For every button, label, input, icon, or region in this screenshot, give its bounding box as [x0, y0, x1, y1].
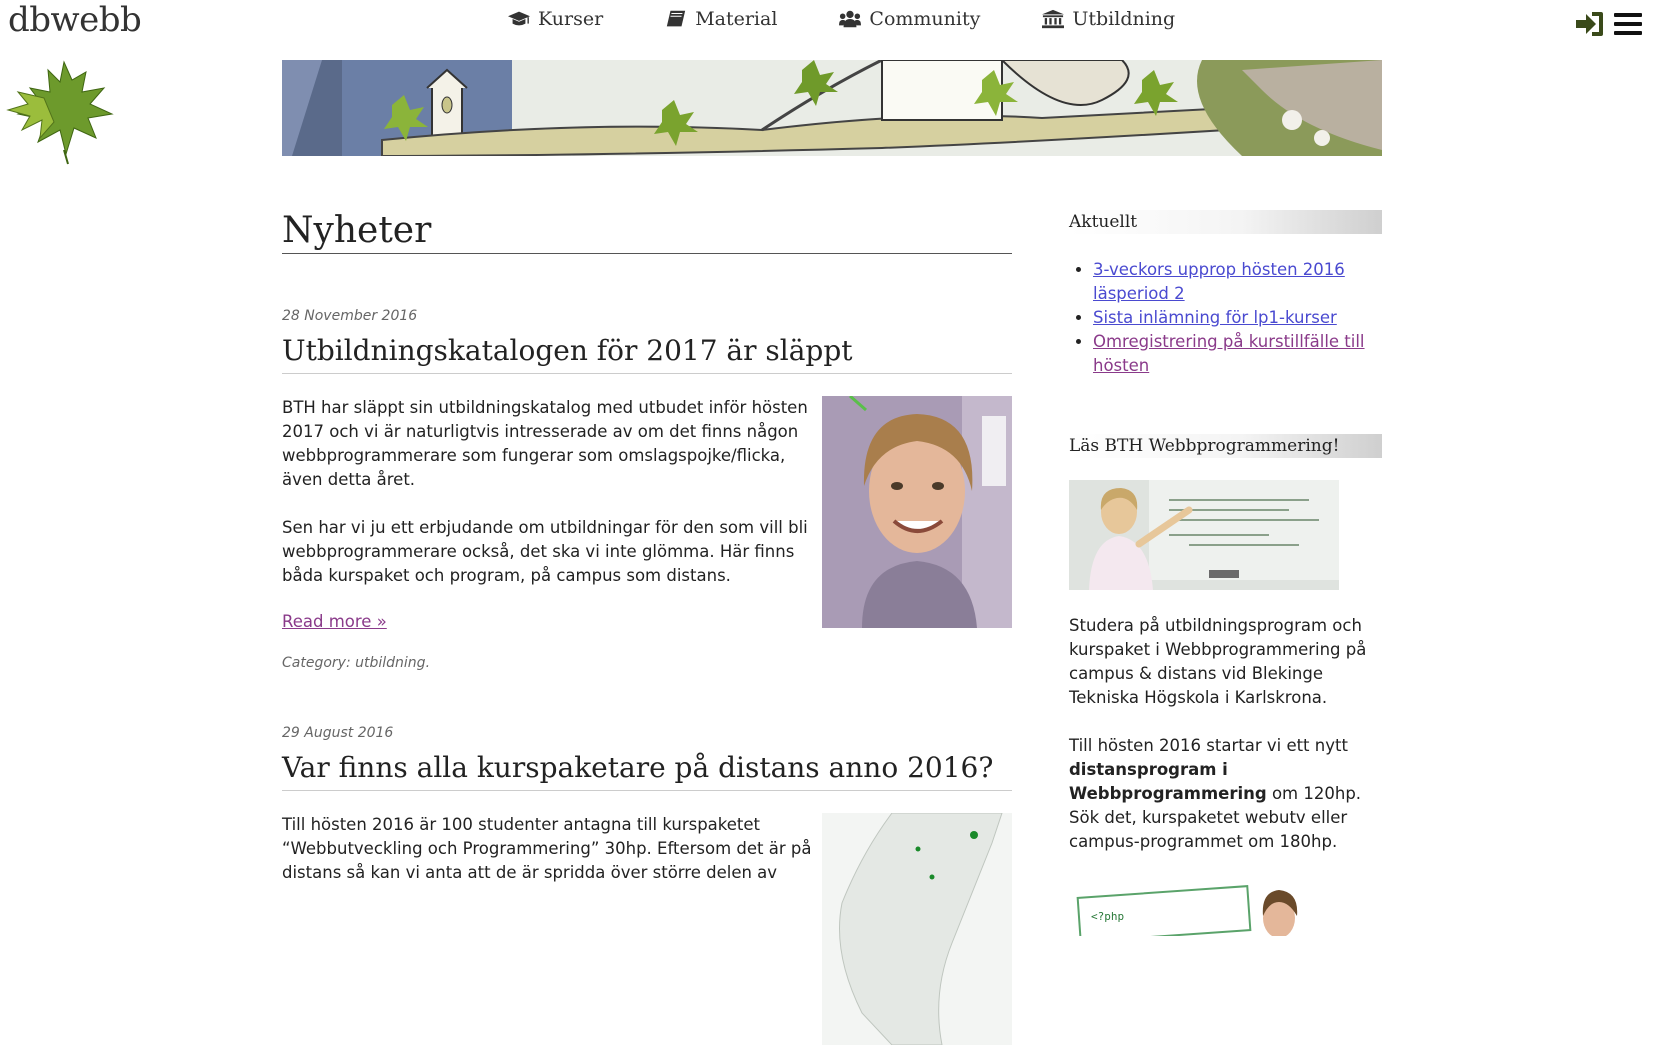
programming-card-image: <?php	[1076, 885, 1298, 936]
maple-leaf-logo	[6, 60, 114, 165]
post-title: Utbildningskatalogen för 2017 är släppt	[282, 334, 1012, 374]
las-paragraph-2: Till hösten 2016 startar vi ett nytt dis…	[1069, 734, 1382, 854]
read-more-link[interactable]: Read more »	[282, 612, 387, 631]
las-section: Läs BTH Webbprogrammering! Studera på ut…	[1069, 434, 1382, 936]
hamburger-menu-icon[interactable]	[1614, 12, 1642, 36]
news-main-column: Nyheter 28 November 2016 Utbildningskata…	[282, 210, 1012, 1045]
site-logo-title[interactable]: dbwebb	[8, 0, 142, 40]
graduation-cap-icon	[508, 11, 530, 26]
post-date: 28 November 2016	[282, 308, 418, 324]
nav-community[interactable]: Community	[839, 8, 980, 30]
las-heading: Läs BTH Webbprogrammering!	[1069, 434, 1382, 458]
teacher-presentation-image[interactable]	[1069, 480, 1339, 590]
nav-utbildning-label: Utbildning	[1072, 8, 1176, 30]
nav-kurser-label: Kurser	[538, 8, 604, 30]
nav-community-label: Community	[869, 8, 981, 30]
post-image-student-portrait	[822, 396, 1012, 628]
post-image-sweden-map	[822, 813, 1012, 1045]
book-icon	[667, 10, 686, 27]
aktuellt-heading: Aktuellt	[1069, 210, 1382, 234]
users-icon	[839, 10, 862, 28]
nav-material-label: Material	[695, 8, 778, 30]
post-category-label: Category:	[282, 655, 351, 671]
post-title: Var finns alla kurspaketare på distans a…	[282, 751, 1012, 791]
nav-utbildning[interactable]: Utbildning	[1042, 8, 1175, 30]
post-paragraph: Sen har vi ju ett erbjudande om utbildni…	[282, 518, 808, 585]
las-p2-start: Till hösten 2016 startar vi ett nytt	[1069, 736, 1348, 755]
post-paragraph: Till hösten 2016 är 100 studenter antagn…	[282, 815, 812, 882]
aktuellt-link[interactable]: 3-veckors upprop hösten 2016 läsperiod 2	[1093, 260, 1345, 303]
page-title: Nyheter	[282, 210, 1012, 254]
post-category: Category: utbildning.	[282, 655, 1012, 671]
post-paragraph: BTH har släppt sin utbildningskatalog me…	[282, 398, 808, 489]
sign-in-icon[interactable]	[1574, 10, 1604, 38]
aktuellt-item: Omregistrering på kurstillfälle till hös…	[1093, 330, 1382, 378]
news-post: 28 November 2016 Utbildningskatalogen fö…	[282, 308, 1012, 671]
las-p2-bold: distansprogram i Webbprogrammering	[1069, 760, 1267, 803]
aktuellt-section: Aktuellt 3-veckors upprop hösten 2016 lä…	[1069, 210, 1382, 378]
post-date: 29 August 2016	[282, 725, 394, 741]
header-banner-illustration	[282, 60, 1382, 156]
post-body: Till hösten 2016 är 100 studenter antagn…	[282, 813, 1012, 1045]
aktuellt-item: Sista inlämning för lp1-kurser	[1093, 306, 1382, 330]
main-navigation: Kurser Material Community Utbildning	[508, 8, 1237, 30]
aktuellt-list: 3-veckors upprop hösten 2016 läsperiod 2…	[1069, 258, 1382, 378]
aktuellt-link[interactable]: Sista inlämning för lp1-kurser	[1093, 308, 1337, 327]
banner-artwork	[282, 60, 1382, 156]
news-post: 29 August 2016 Var finns alla kurspaketa…	[282, 725, 1012, 1045]
aktuellt-item: 3-veckors upprop hösten 2016 läsperiod 2	[1093, 258, 1382, 306]
institution-icon	[1042, 9, 1065, 29]
card-code-text: <?php	[1091, 910, 1124, 923]
nav-kurser[interactable]: Kurser	[508, 8, 603, 30]
post-body: BTH har släppt sin utbildningskatalog me…	[282, 396, 1012, 671]
post-category-value[interactable]: utbildning.	[355, 655, 430, 671]
sidebar: Aktuellt 3-veckors upprop hösten 2016 lä…	[1069, 210, 1382, 936]
las-paragraph-1: Studera på utbildningsprogram och kurspa…	[1069, 616, 1367, 707]
las-text: Studera på utbildningsprogram och kurspa…	[1069, 614, 1382, 854]
nav-material[interactable]: Material	[665, 8, 777, 30]
aktuellt-link[interactable]: Omregistrering på kurstillfälle till hös…	[1093, 332, 1365, 375]
